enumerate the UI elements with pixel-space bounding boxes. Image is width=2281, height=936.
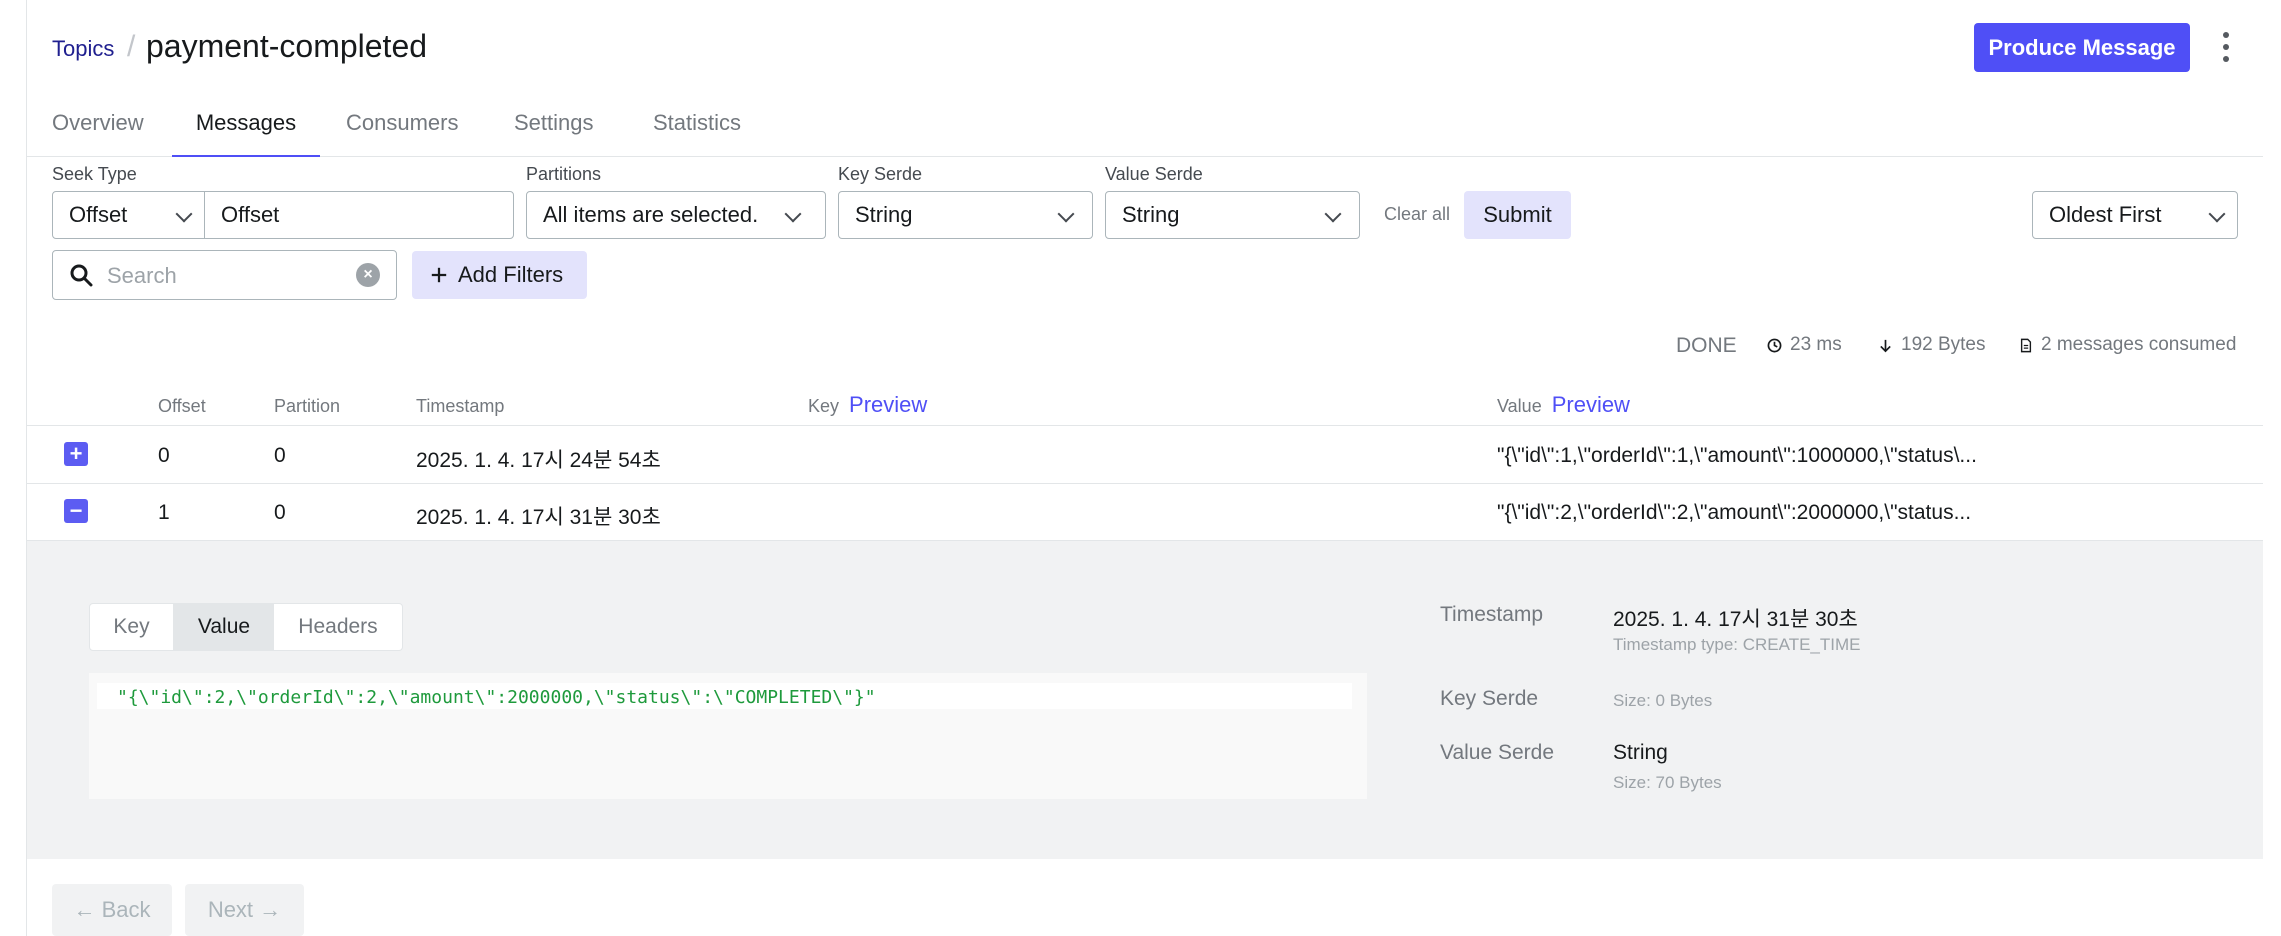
partitions-select[interactable]: All items are selected. <box>526 191 826 239</box>
detail-value-serde-label: Value Serde <box>1440 741 1555 764</box>
chevron-down-icon <box>784 205 802 223</box>
key-serde-value: String <box>855 202 913 227</box>
messages-table-header: Offset Partition Timestamp Key Preview Va… <box>27 386 2263 426</box>
breadcrumb-topics-link[interactable]: Topics <box>52 36 114 62</box>
row-partition: 0 <box>274 501 286 524</box>
add-filters-label: Add Filters <box>458 262 564 287</box>
detail-timestamp-label: Timestamp <box>1440 603 1544 626</box>
message-detail-panel: Key Value Headers "{\"id\":2,\"orderId\"… <box>27 541 2263 859</box>
key-preview-link[interactable]: Preview <box>849 392 927 417</box>
message-value-code: "{\"id\":2,\"orderId\":2,\"amount\":2000… <box>117 687 876 708</box>
table-row[interactable]: − 1 0 2025. 1. 4. 17시 31분 30초 "{\"id\":2… <box>27 484 2263 541</box>
row-value: "{\"id\":1,\"orderId\":1,\"amount\":1000… <box>1497 444 1977 467</box>
column-key: Key Preview <box>808 392 927 418</box>
key-serde-select[interactable]: String <box>838 191 1093 239</box>
table-row[interactable]: + 0 0 2025. 1. 4. 17시 24분 54초 "{\"id\":1… <box>27 427 2263 484</box>
row-timestamp: 2025. 1. 4. 17시 31분 30초 <box>416 506 661 529</box>
sort-order-select[interactable]: Oldest First <box>2032 191 2238 239</box>
seek-offset-input[interactable]: Offset <box>204 191 514 239</box>
tab-settings[interactable]: Settings <box>514 110 594 157</box>
seek-offset-value: Offset <box>221 202 280 227</box>
value-serde-value: String <box>1122 202 1180 227</box>
arrow-down-icon <box>1880 339 1891 352</box>
row-offset: 0 <box>158 444 170 467</box>
key-serde-label: Key Serde <box>838 164 923 184</box>
chevron-down-icon <box>1324 205 1342 223</box>
detail-key-serde-label: Key Serde <box>1440 687 1539 710</box>
elapsed-value: 23 ms <box>1790 334 1842 355</box>
tab-statistics[interactable]: Statistics <box>653 110 741 157</box>
tab-messages[interactable]: Messages <box>172 110 320 157</box>
value-serde-label: Value Serde <box>1105 164 1203 184</box>
detail-tab-headers[interactable]: Headers <box>274 604 402 650</box>
clear-all-button[interactable]: Clear all <box>1384 204 1450 225</box>
detail-timestamp-value: 2025. 1. 4. 17시 31분 30초 <box>1613 608 1858 631</box>
produce-message-button[interactable]: Produce Message <box>1974 23 2190 72</box>
page-title: payment-completed <box>146 28 428 64</box>
seek-type-select[interactable]: Offset <box>52 191 205 239</box>
messages-consumed: 2 messages consumed <box>2019 334 2236 356</box>
document-icon <box>2020 338 2032 352</box>
partitions-label: Partitions <box>526 164 602 184</box>
seek-type-label: Seek Type <box>52 164 137 184</box>
detail-timestamp-type: Timestamp type: CREATE_TIME <box>1613 635 1861 654</box>
submit-button[interactable]: Submit <box>1464 191 1571 239</box>
consumed-value: 2 messages consumed <box>2041 334 2237 355</box>
plus-icon <box>431 267 447 283</box>
next-button[interactable]: Next → <box>185 884 304 936</box>
bytes-value: 192 Bytes <box>1901 334 1986 355</box>
detail-value-size: Size: 70 Bytes <box>1613 773 1722 792</box>
search-icon <box>70 264 93 287</box>
column-key-label: Key <box>808 396 840 416</box>
add-filters-button[interactable]: Add Filters <box>412 251 587 299</box>
detail-tab-value[interactable]: Value <box>174 604 274 650</box>
breadcrumb-separator: / <box>127 30 136 63</box>
chevron-down-icon <box>2208 205 2226 223</box>
search-placeholder: Search <box>107 263 177 288</box>
collapse-row-icon[interactable]: − <box>64 499 88 523</box>
chevron-down-icon <box>175 205 193 223</box>
value-serde-select[interactable]: String <box>1105 191 1360 239</box>
row-timestamp: 2025. 1. 4. 17시 24분 54초 <box>416 449 661 472</box>
row-offset: 1 <box>158 501 170 524</box>
search-input[interactable]: Search × <box>52 250 397 300</box>
expand-row-icon[interactable]: + <box>64 442 88 466</box>
elapsed-time: 23 ms <box>1767 334 1842 356</box>
partitions-value: All items are selected. <box>543 202 759 227</box>
clear-search-icon[interactable]: × <box>356 263 380 287</box>
value-preview-link[interactable]: Preview <box>1552 392 1630 417</box>
detail-key-size: Size: 0 Bytes <box>1613 691 1713 710</box>
sort-order-value: Oldest First <box>2049 202 2162 227</box>
message-value-editor[interactable]: "{\"id\":2,\"orderId\":2,\"amount\":2000… <box>89 673 1367 799</box>
column-value: Value Preview <box>1497 392 1630 418</box>
seek-type-value: Offset <box>69 202 128 227</box>
detail-tab-key[interactable]: Key <box>90 604 174 650</box>
clock-icon <box>1767 338 1782 352</box>
tab-consumers[interactable]: Consumers <box>346 110 458 157</box>
column-partition: Partition <box>274 396 341 416</box>
detail-value-serde-value: String <box>1613 741 1668 764</box>
bytes-consumed: 192 Bytes <box>1878 334 1986 356</box>
more-options-icon[interactable] <box>2213 32 2239 62</box>
back-button[interactable]: ← Back <box>52 884 172 936</box>
column-timestamp: Timestamp <box>416 396 505 416</box>
row-partition: 0 <box>274 444 286 467</box>
chevron-down-icon <box>1057 205 1075 223</box>
left-nav-edge <box>0 0 27 936</box>
consume-status: DONE <box>1676 334 1737 357</box>
tab-overview[interactable]: Overview <box>52 110 144 157</box>
row-value: "{\"id\":2,\"orderId\":2,\"amount\":2000… <box>1497 501 1972 524</box>
column-value-label: Value <box>1497 396 1542 416</box>
topic-tabs: Overview Messages Consumers Settings Sta… <box>27 100 2263 157</box>
detail-tabs: Key Value Headers <box>89 603 403 651</box>
column-offset: Offset <box>158 396 206 416</box>
